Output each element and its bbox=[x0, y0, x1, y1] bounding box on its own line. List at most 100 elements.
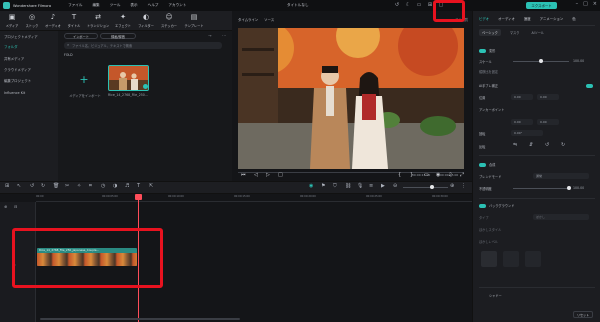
rotate-field[interactable]: 0.00° bbox=[511, 130, 543, 136]
record-button[interactable]: 録画/録音 bbox=[100, 33, 136, 39]
anchor-x-field[interactable]: 0.00 bbox=[511, 119, 533, 125]
sidebar-item-edit-project[interactable]: 編集プロジェクト bbox=[0, 76, 58, 85]
text-icon[interactable]: T bbox=[137, 183, 140, 189]
moon-icon[interactable]: ☾ bbox=[404, 1, 412, 9]
color-icon[interactable]: ◑ bbox=[113, 183, 117, 189]
voiceover-icon[interactable]: 🎙 bbox=[357, 183, 363, 189]
anchor-y-field[interactable]: 0.00 bbox=[537, 119, 559, 125]
mixer-icon[interactable]: ≡ bbox=[369, 183, 373, 189]
position-y-field[interactable]: 0.00 bbox=[537, 94, 559, 100]
layout-icon[interactable]: ⊞ bbox=[5, 183, 9, 189]
tool-title[interactable]: T タイトル bbox=[64, 13, 84, 29]
render-icon[interactable]: ▶ bbox=[381, 183, 385, 189]
ai-stabilize-toggle[interactable] bbox=[586, 84, 593, 88]
tool-effect[interactable]: ✦ エフェクト bbox=[113, 13, 133, 29]
tab-source[interactable]: ソース bbox=[264, 17, 274, 22]
bg-style-preset[interactable] bbox=[481, 251, 497, 267]
undo-icon[interactable]: ↺ bbox=[393, 1, 401, 9]
minimize-icon[interactable]: – bbox=[576, 1, 579, 7]
tool-sticker[interactable]: ☺ ステッカー bbox=[159, 13, 179, 29]
zoom-out-icon[interactable]: ⊖ bbox=[393, 183, 397, 189]
sidebar-item-folder[interactable]: フォルダ bbox=[0, 42, 58, 51]
mark-out-icon[interactable]: } bbox=[410, 172, 413, 178]
tab-speed[interactable]: 速度 bbox=[524, 16, 531, 21]
menu-help[interactable]: ヘルプ bbox=[148, 3, 159, 8]
display-icon[interactable]: ▭ bbox=[424, 172, 429, 178]
step-back-icon[interactable]: ◁ bbox=[254, 172, 258, 178]
crop-icon[interactable]: ⌗ bbox=[89, 183, 92, 189]
composite-toggle[interactable] bbox=[479, 163, 486, 167]
timeline-scrollbar[interactable] bbox=[40, 318, 240, 320]
import-button[interactable]: インポート bbox=[64, 33, 98, 39]
menu-edit[interactable]: 編集 bbox=[92, 3, 99, 8]
filter-slider-icon[interactable]: ⊸ bbox=[208, 33, 211, 38]
media-search-input[interactable]: ファイル名、ビジュアル、テキストで検索 bbox=[64, 42, 222, 49]
prev-frame-icon[interactable]: ⏮ bbox=[241, 172, 246, 178]
redo-icon[interactable]: ↻ bbox=[41, 183, 45, 189]
flip-vertical-icon[interactable]: ⇵ bbox=[529, 142, 533, 148]
zoom-slider[interactable] bbox=[403, 187, 448, 188]
zoom-slider-knob[interactable] bbox=[430, 185, 434, 189]
media-import-tile[interactable]: + bbox=[64, 67, 104, 91]
blend-select[interactable]: 通常 bbox=[533, 173, 589, 179]
rotate-right-icon[interactable]: ↻ bbox=[561, 142, 565, 148]
close-icon[interactable]: × bbox=[593, 1, 597, 7]
tool-template[interactable]: ▤ テンプレート bbox=[184, 13, 204, 29]
audio-icon[interactable]: ♬ bbox=[125, 183, 129, 189]
tab-video[interactable]: ビデオ bbox=[479, 16, 489, 21]
sidebar-item-project-media[interactable]: プロジェクトメディア bbox=[0, 32, 58, 41]
scale-value[interactable]: 100.00 bbox=[573, 59, 584, 63]
timeline-ruler[interactable]: 00:00 00:00:05:00 00:00:10:00 00:00:15:0… bbox=[36, 194, 472, 202]
bg-type-select[interactable]: ぼかし bbox=[533, 214, 589, 220]
track-manage-icon[interactable]: ⊟ bbox=[14, 204, 17, 209]
volume-icon[interactable]: ♫ bbox=[448, 172, 452, 178]
tool-transition[interactable]: ⇄ トランジション bbox=[87, 13, 109, 29]
maximize-icon[interactable]: □ bbox=[583, 1, 588, 7]
rotate-left-icon[interactable]: ↺ bbox=[545, 142, 549, 148]
tool-stock[interactable]: ◎ ストック bbox=[22, 13, 42, 29]
speed-icon[interactable]: ◷ bbox=[101, 183, 105, 189]
snap-icon[interactable]: ◉ bbox=[309, 183, 313, 189]
bg-style-preset[interactable] bbox=[503, 251, 519, 267]
stop-icon[interactable]: □ bbox=[278, 172, 283, 178]
zoom-in-icon[interactable]: ⊕ bbox=[450, 183, 454, 189]
snapshot-icon[interactable]: ◉ bbox=[436, 172, 440, 178]
opacity-value[interactable]: 100.00 bbox=[573, 186, 584, 190]
menu-account[interactable]: アカウント bbox=[168, 3, 186, 8]
marker-icon[interactable]: ⚑ bbox=[321, 183, 325, 189]
subtab-ai-tools[interactable]: AIツール bbox=[528, 29, 547, 36]
fit-icon[interactable]: ⇱ bbox=[149, 183, 153, 189]
export-button[interactable]: エクスポート bbox=[526, 2, 557, 9]
fullscreen-icon[interactable]: ⤢ bbox=[460, 172, 464, 178]
more-icon[interactable]: ⋯ bbox=[222, 33, 226, 38]
menu-view[interactable]: 表示 bbox=[130, 3, 137, 8]
tab-animation[interactable]: アニメーション bbox=[540, 16, 564, 21]
flip-horizontal-icon[interactable]: ⇋ bbox=[513, 142, 517, 148]
select-icon[interactable]: ↖ bbox=[17, 183, 21, 189]
background-toggle[interactable] bbox=[479, 204, 486, 208]
shield-icon[interactable]: ⛉ bbox=[333, 183, 337, 189]
menu-tools[interactable]: ツール bbox=[110, 3, 121, 8]
tool-audio[interactable]: ♪ オーディオ bbox=[43, 13, 63, 29]
tab-color[interactable]: 色 bbox=[572, 16, 575, 21]
sidebar-item-cloud-media[interactable]: クラウドメディア bbox=[0, 65, 58, 74]
reset-button[interactable]: リセット bbox=[573, 311, 593, 318]
split-icon[interactable]: ✂ bbox=[65, 183, 69, 189]
sidebar-item-shared-media[interactable]: 共有メディア bbox=[0, 54, 58, 63]
menu-file[interactable]: ファイル bbox=[68, 3, 82, 8]
delete-icon[interactable]: 🗑 bbox=[53, 183, 59, 189]
opacity-slider-knob[interactable] bbox=[567, 186, 571, 190]
bg-style-preset[interactable] bbox=[525, 251, 541, 267]
tab-timeline[interactable]: タイムライン bbox=[238, 17, 258, 22]
position-x-field[interactable]: 0.00 bbox=[511, 94, 533, 100]
sidebar-item-influence-kit[interactable]: Influence Kit bbox=[0, 88, 58, 97]
ai-icon[interactable]: ✧ bbox=[77, 183, 81, 189]
transform-toggle[interactable] bbox=[479, 49, 486, 53]
scale-slider-knob[interactable] bbox=[539, 59, 543, 63]
layout-icon[interactable]: ▭ bbox=[415, 1, 423, 9]
tool-filter[interactable]: ◐ フィルター bbox=[136, 13, 156, 29]
subtab-mask[interactable]: マスク bbox=[507, 29, 523, 36]
play-icon[interactable]: ▷ bbox=[266, 172, 270, 178]
subtab-basic[interactable]: ベーシック bbox=[479, 29, 501, 36]
link-icon[interactable]: ⛓ bbox=[345, 183, 351, 189]
